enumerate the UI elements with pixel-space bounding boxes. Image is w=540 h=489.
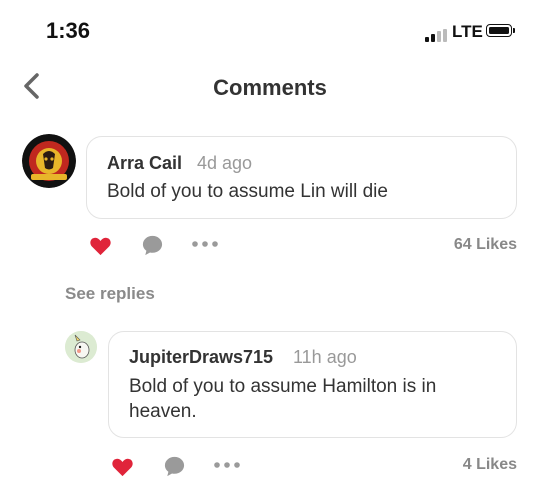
avatar[interactable]	[22, 134, 76, 188]
likes-count[interactable]: 4 Likes	[400, 456, 517, 474]
likes-count[interactable]: 64 Likes	[400, 236, 517, 254]
reply-timestamp: 11h ago	[293, 347, 357, 367]
comment-bubble-icon[interactable]	[141, 234, 164, 257]
battery-icon	[486, 24, 512, 37]
comment-timestamp: 4d ago	[197, 153, 253, 173]
more-dots-icon[interactable]	[192, 241, 218, 247]
battery-tip	[513, 28, 515, 33]
comment-text: Bold of you to assume Lin will die	[107, 181, 388, 202]
see-replies-link[interactable]: See replies	[65, 284, 155, 304]
status-time: 1:36	[46, 18, 91, 43]
heart-icon[interactable]	[111, 457, 134, 477]
reply-text-line-1: Bold of you to assume Hamilton is in	[129, 376, 437, 397]
comment-username[interactable]: Arra Cail	[107, 153, 182, 174]
nav-header: Comments	[0, 62, 540, 112]
comment-bubble	[86, 136, 517, 219]
comment-bubble-icon[interactable]	[163, 455, 186, 478]
signal-icon	[425, 29, 449, 42]
heart-icon[interactable]	[89, 236, 112, 256]
status-bar: 1:36 LTE	[0, 0, 540, 60]
reply-text-line-2: heaven.	[129, 401, 197, 422]
reply-username[interactable]: JupiterDraws715	[129, 347, 273, 368]
more-dots-icon[interactable]	[214, 462, 240, 468]
reply-avatar[interactable]	[65, 331, 97, 363]
network-label: LTE	[452, 22, 483, 41]
page-title: Comments	[213, 75, 327, 100]
